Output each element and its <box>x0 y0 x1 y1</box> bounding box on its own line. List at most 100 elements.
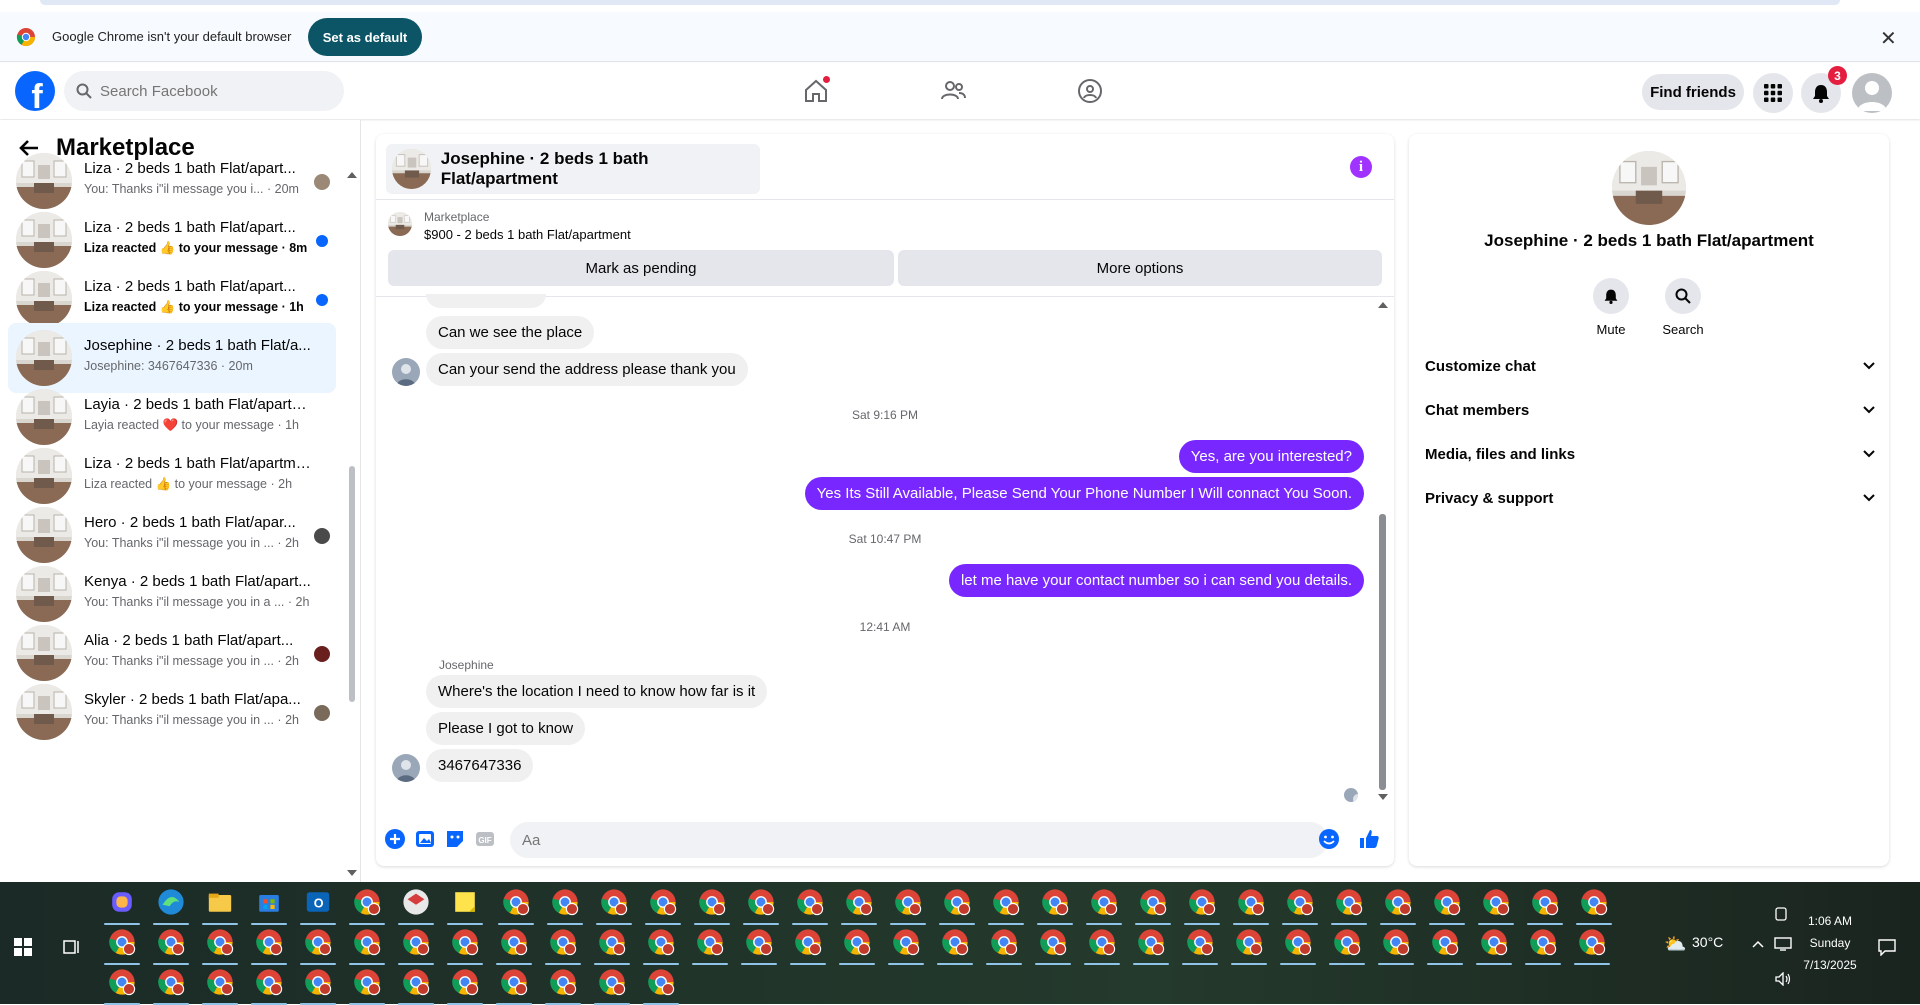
message-bubble[interactable]: Yes, are you interested? <box>1178 440 1364 473</box>
mark-as-pending-button[interactable]: Mark as pending <box>388 250 894 286</box>
chrome-taskbar-icon[interactable] <box>843 928 871 956</box>
chrome-taskbar-icon[interactable] <box>451 928 479 956</box>
scroll-down-arrow-icon[interactable] <box>1378 794 1388 800</box>
chrome-taskbar-icon[interactable] <box>255 928 283 956</box>
message-bubble[interactable]: Can we see the place <box>426 316 595 349</box>
chrome-taskbar-icon[interactable] <box>108 968 136 996</box>
scroll-down-arrow-icon[interactable] <box>347 870 357 876</box>
chrome-taskbar-icon[interactable] <box>1529 928 1557 956</box>
friends-icon[interactable] <box>939 77 967 105</box>
chrome-taskbar-icon[interactable] <box>1580 888 1608 916</box>
chrome-taskbar-icon[interactable] <box>696 928 724 956</box>
chat-header[interactable]: Josephine · 2 beds 1 bath Flat/apartment <box>386 144 760 194</box>
chrome-taskbar-icon[interactable] <box>1384 888 1412 916</box>
chrome-taskbar-icon[interactable] <box>1188 888 1216 916</box>
chrome-taskbar-icon[interactable] <box>1333 928 1361 956</box>
chrome-taskbar-icon[interactable] <box>1139 888 1167 916</box>
chrome-taskbar-icon[interactable] <box>1235 928 1263 956</box>
copilot-taskbar-icon[interactable] <box>108 888 136 916</box>
edge-taskbar-icon[interactable] <box>157 888 185 916</box>
chrome-taskbar-icon[interactable] <box>1531 888 1559 916</box>
mute-button[interactable] <box>1593 278 1629 314</box>
chrome-taskbar-icon[interactable] <box>745 928 773 956</box>
chrome-taskbar-icon[interactable] <box>892 928 920 956</box>
chrome-taskbar-icon[interactable] <box>451 968 479 996</box>
menu-button[interactable] <box>1753 73 1793 113</box>
chrome-taskbar-icon[interactable] <box>304 928 332 956</box>
chrome-taskbar-icon[interactable] <box>1335 888 1363 916</box>
chrome-taskbar-icon[interactable] <box>255 968 283 996</box>
search-input[interactable] <box>100 82 320 100</box>
message-bubble[interactable]: Please I got to know <box>426 712 586 745</box>
chrome-taskbar-icon[interactable] <box>353 928 381 956</box>
file-explorer-taskbar-icon[interactable] <box>206 888 234 916</box>
emoji-icon[interactable] <box>1318 828 1340 850</box>
chrome-taskbar-icon[interactable] <box>1284 928 1312 956</box>
chrome-taskbar-icon[interactable] <box>206 968 234 996</box>
chrome-taskbar-icon[interactable] <box>1090 888 1118 916</box>
chrome-taskbar-icon[interactable] <box>1578 928 1606 956</box>
search-bar[interactable] <box>64 71 344 111</box>
chrome-taskbar-icon[interactable] <box>206 928 234 956</box>
set-as-default-button[interactable]: Set as default <box>308 18 422 56</box>
gif-icon[interactable]: GIF <box>474 828 496 850</box>
notification-center-icon[interactable] <box>1878 938 1896 956</box>
chrome-taskbar-icon[interactable] <box>598 968 626 996</box>
sticker-icon[interactable] <box>444 828 466 850</box>
chrome-taskbar-icon[interactable] <box>402 968 430 996</box>
chrome-taskbar-icon[interactable] <box>1186 928 1214 956</box>
weather-icon[interactable]: ⛅ <box>1664 934 1686 955</box>
conversation-item[interactable]: Skyler · 2 beds 1 bath Flat/apa... You: T… <box>8 677 336 747</box>
chrome-taskbar-icon[interactable] <box>500 928 528 956</box>
chrome-taskbar-icon[interactable] <box>1433 888 1461 916</box>
chrome-taskbar-icon[interactable] <box>157 928 185 956</box>
windows-start-icon[interactable] <box>14 938 32 956</box>
facebook-logo[interactable]: f <box>15 71 55 111</box>
chrome-taskbar-icon[interactable] <box>894 888 922 916</box>
chrome-taskbar-icon[interactable] <box>845 888 873 916</box>
chrome-taskbar-icon[interactable] <box>600 888 628 916</box>
sidebar-scrollbar[interactable] <box>349 466 355 702</box>
meet-now-icon[interactable] <box>1774 906 1788 922</box>
message-input[interactable] <box>510 822 1328 858</box>
chrome-taskbar-icon[interactable] <box>1382 928 1410 956</box>
chrome-taskbar-icon[interactable] <box>1041 888 1069 916</box>
chrome-taskbar-icon[interactable] <box>747 888 775 916</box>
task-view-icon[interactable] <box>62 938 80 956</box>
chrome-taskbar-icon[interactable] <box>649 888 677 916</box>
chrome-taskbar-icon[interactable] <box>598 928 626 956</box>
close-infobar-button[interactable]: ✕ <box>1880 26 1897 51</box>
chrome-taskbar-icon[interactable] <box>108 928 136 956</box>
chrome-taskbar-icon[interactable] <box>941 928 969 956</box>
listing-title[interactable]: $900 - 2 beds 1 bath Flat/apartment <box>424 227 631 242</box>
message-bubble[interactable]: Yes Its Still Available, Please Send You… <box>804 477 1364 510</box>
chrome-taskbar-icon[interactable] <box>1480 928 1508 956</box>
weather-temperature[interactable]: 30°C <box>1692 934 1723 950</box>
message-bubble[interactable]: 3467647336 <box>426 749 534 782</box>
chrome-taskbar-icon[interactable] <box>943 888 971 916</box>
like-thumb-icon[interactable] <box>1358 828 1380 850</box>
scroll-up-arrow-icon[interactable] <box>1378 302 1388 308</box>
chrome-taskbar-icon[interactable] <box>304 968 332 996</box>
chrome-taskbar-icon[interactable] <box>1088 928 1116 956</box>
microsoft-store-taskbar-icon[interactable] <box>255 888 283 916</box>
find-friends-button[interactable]: Find friends <box>1642 74 1744 110</box>
chrome-taskbar-icon[interactable] <box>500 968 528 996</box>
mail-app-taskbar-icon[interactable] <box>402 888 430 916</box>
chrome-taskbar-icon[interactable] <box>1039 928 1067 956</box>
plus-circle-icon[interactable] <box>384 828 406 850</box>
chrome-taskbar-icon[interactable] <box>502 888 530 916</box>
chevron-up-icon[interactable] <box>1752 940 1764 948</box>
chrome-taskbar-icon[interactable] <box>647 968 675 996</box>
details-section-row[interactable]: Customize chat <box>1425 344 1875 388</box>
taskbar-clock[interactable]: 1:06 AM Sunday 7/13/2025 <box>1790 910 1870 976</box>
sticky-notes-taskbar-icon[interactable] <box>451 888 479 916</box>
chrome-taskbar-icon[interactable] <box>1137 928 1165 956</box>
message-bubble[interactable]: Can your send the address please thank y… <box>426 353 748 386</box>
chrome-taskbar-icon[interactable] <box>549 928 577 956</box>
info-icon[interactable]: i <box>1350 156 1372 178</box>
outlook-taskbar-icon[interactable]: O <box>304 888 332 916</box>
chrome-taskbar-icon[interactable] <box>1482 888 1510 916</box>
chrome-taskbar-icon[interactable] <box>353 968 381 996</box>
more-options-button[interactable]: More options <box>898 250 1382 286</box>
